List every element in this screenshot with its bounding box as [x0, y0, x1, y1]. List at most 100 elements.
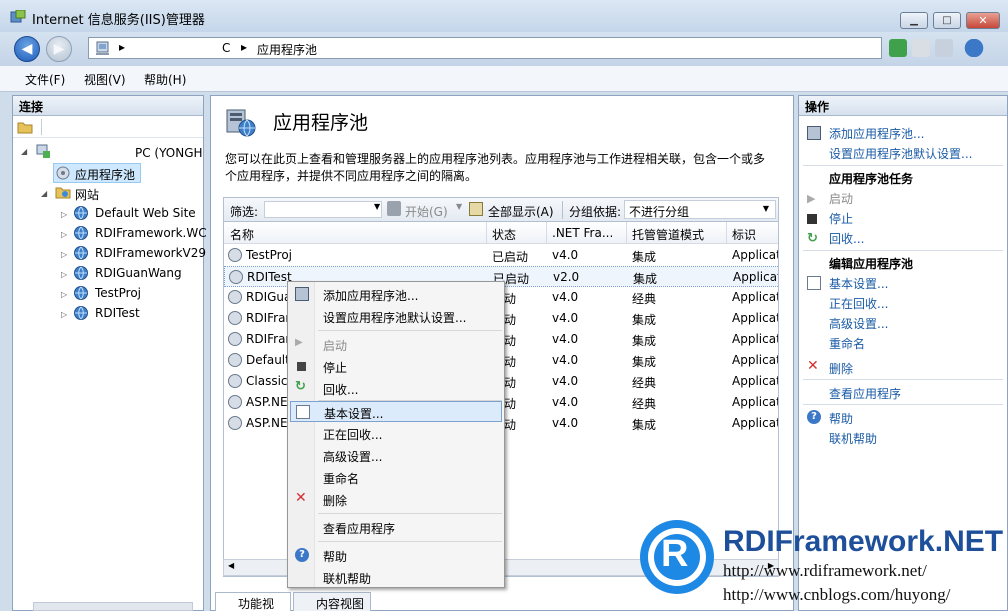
ctx-start[interactable]: ▶ 启动: [290, 334, 502, 355]
maximize-button[interactable]: □: [933, 12, 961, 29]
ctx-label: 联机帮助: [323, 572, 372, 586]
column-divider[interactable]: [486, 222, 487, 244]
column-divider[interactable]: [626, 222, 627, 244]
breadcrumb-server[interactable]: C: [222, 41, 230, 55]
tab-feature-view[interactable]: 功能视图: [215, 592, 291, 611]
action-recycle[interactable]: 回收...: [829, 230, 864, 247]
ctx-help[interactable]: ? 帮助: [290, 545, 502, 566]
column-pipeline-mode[interactable]: 托管管道模式: [632, 226, 704, 243]
chevron-down-icon[interactable]: ▼: [456, 202, 462, 211]
help-icon[interactable]: [962, 39, 992, 57]
ctx-view-apps[interactable]: 查看应用程序: [290, 517, 502, 538]
minimize-button[interactable]: ▁: [900, 12, 928, 29]
action-view-apps[interactable]: 查看应用程序: [829, 385, 901, 402]
column-status[interactable]: 状态: [492, 226, 516, 243]
logo-name: RDIFramework.NET: [723, 525, 1004, 558]
column-identity[interactable]: 标识: [732, 226, 756, 243]
close-button[interactable]: ✕: [966, 12, 1000, 29]
app-pool-icon: [228, 374, 242, 388]
scroll-left-icon[interactable]: ◀: [228, 561, 234, 570]
column-name[interactable]: 名称: [230, 226, 254, 243]
expand-arrow-icon[interactable]: ▷: [61, 250, 67, 259]
menu-help[interactable]: 帮助(H): [144, 71, 186, 88]
help-icon: ?: [807, 410, 821, 424]
ctx-delete[interactable]: ✕ 删除: [290, 489, 502, 510]
sites-folder-icon: [55, 187, 71, 199]
cell-name: TestProj: [246, 248, 293, 262]
collapse-arrow-icon[interactable]: ◢: [41, 189, 47, 198]
expand-arrow-icon[interactable]: ▷: [61, 270, 67, 279]
ctx-recycle[interactable]: ↻ 回收...: [290, 378, 502, 399]
ctx-set-defaults[interactable]: 设置应用程序池默认设置...: [290, 306, 502, 327]
home-icon[interactable]: [935, 39, 953, 57]
start-filter-button[interactable]: 开始(G): [405, 203, 448, 220]
address-bar: ◀ ▶ ▸ C ▸ 应用程序池: [0, 32, 1008, 66]
menu-view[interactable]: 视图(V): [84, 71, 126, 88]
ctx-stop[interactable]: 停止: [290, 356, 502, 377]
tree-sites[interactable]: 网站: [75, 186, 99, 203]
action-delete[interactable]: 删除: [829, 360, 853, 377]
horizontal-scrollbar[interactable]: [33, 602, 193, 611]
action-rename[interactable]: 重命名: [829, 335, 865, 352]
expand-arrow-icon[interactable]: ▷: [61, 210, 67, 219]
action-advanced[interactable]: 高级设置...: [829, 315, 888, 332]
filter-input[interactable]: [264, 201, 382, 218]
forward-button[interactable]: ▶: [46, 36, 72, 62]
back-button[interactable]: ◀: [14, 36, 40, 62]
chevron-down-icon[interactable]: ▼: [374, 202, 380, 211]
column-net-framework[interactable]: .NET Fra...: [552, 226, 613, 240]
tree-site[interactable]: RDIFramework.WC: [95, 226, 207, 240]
tree-site[interactable]: RDITest: [95, 306, 140, 320]
tree-site[interactable]: RDIFrameworkV29: [95, 246, 206, 260]
menu-file[interactable]: 文件(F): [25, 71, 65, 88]
breadcrumb-app-pools[interactable]: 应用程序池: [257, 41, 317, 58]
ctx-online-help[interactable]: 联机帮助: [290, 567, 502, 588]
tab-content-view[interactable]: 内容视图: [293, 592, 371, 611]
ctx-advanced[interactable]: 高级设置...: [290, 445, 502, 466]
column-divider[interactable]: [726, 222, 727, 244]
chevron-right-icon[interactable]: ▸: [119, 40, 125, 54]
action-help[interactable]: 帮助: [829, 410, 853, 427]
tree-app-pools[interactable]: 应用程序池: [75, 166, 135, 183]
refresh-icon[interactable]: [889, 39, 907, 57]
app-pool-icon: [56, 166, 70, 180]
chevron-right-icon[interactable]: ▸: [241, 40, 247, 54]
column-divider[interactable]: [546, 222, 547, 244]
action-stop[interactable]: 停止: [829, 210, 853, 227]
action-add-pool[interactable]: 添加应用程序池...: [829, 125, 924, 142]
table-row[interactable]: TestProj 已启动 v4.0 集成 Applicat: [224, 245, 778, 266]
tree-site[interactable]: Default Web Site: [95, 206, 196, 220]
cell-identity: Applicat: [732, 290, 779, 304]
action-online-help[interactable]: 联机帮助: [829, 430, 877, 447]
binoculars-icon: [387, 201, 401, 216]
stop-icon[interactable]: [912, 39, 930, 57]
ctx-recycling[interactable]: 正在回收...: [290, 423, 502, 444]
action-recycling[interactable]: 正在回收...: [829, 295, 888, 312]
divider: [803, 379, 1003, 380]
chevron-down-icon[interactable]: ▼: [763, 204, 769, 213]
ctx-label: 帮助: [323, 550, 348, 564]
ctx-add-pool[interactable]: 添加应用程序池...: [290, 284, 502, 305]
group-by-select[interactable]: 不进行分组 ▼: [624, 200, 776, 219]
cell-identity: Applicat: [733, 270, 779, 284]
action-set-defaults[interactable]: 设置应用程序池默认设置...: [829, 145, 972, 162]
folder-open-icon[interactable]: [17, 119, 33, 134]
title-bar: Internet 信息服务(IIS)管理器 ▁ □ ✕: [0, 0, 1008, 32]
expand-arrow-icon[interactable]: ▷: [61, 230, 67, 239]
expand-arrow-icon[interactable]: ▷: [61, 310, 67, 319]
ctx-basic-settings[interactable]: 基本设置...: [290, 401, 502, 422]
ctx-rename[interactable]: 重命名: [290, 467, 502, 488]
tree-site[interactable]: RDIGuanWang: [95, 266, 182, 280]
collapse-arrow-icon[interactable]: ◢: [21, 147, 27, 156]
ctx-label: 基本设置...: [324, 407, 384, 421]
tree-server[interactable]: PC (YONGH: [135, 146, 203, 160]
show-all-button[interactable]: 全部显示(A): [488, 203, 554, 220]
logo-url-1: http://www.rdiframework.net/: [723, 561, 927, 580]
action-basic-settings[interactable]: 基本设置...: [829, 275, 888, 292]
breadcrumb[interactable]: ▸ C ▸ 应用程序池: [88, 37, 882, 59]
action-start[interactable]: 启动: [829, 190, 853, 207]
cell-identity: Applicat: [732, 311, 779, 325]
cell-name: Classic: [246, 374, 288, 388]
tree-site[interactable]: TestProj: [95, 286, 141, 300]
expand-arrow-icon[interactable]: ▷: [61, 290, 67, 299]
